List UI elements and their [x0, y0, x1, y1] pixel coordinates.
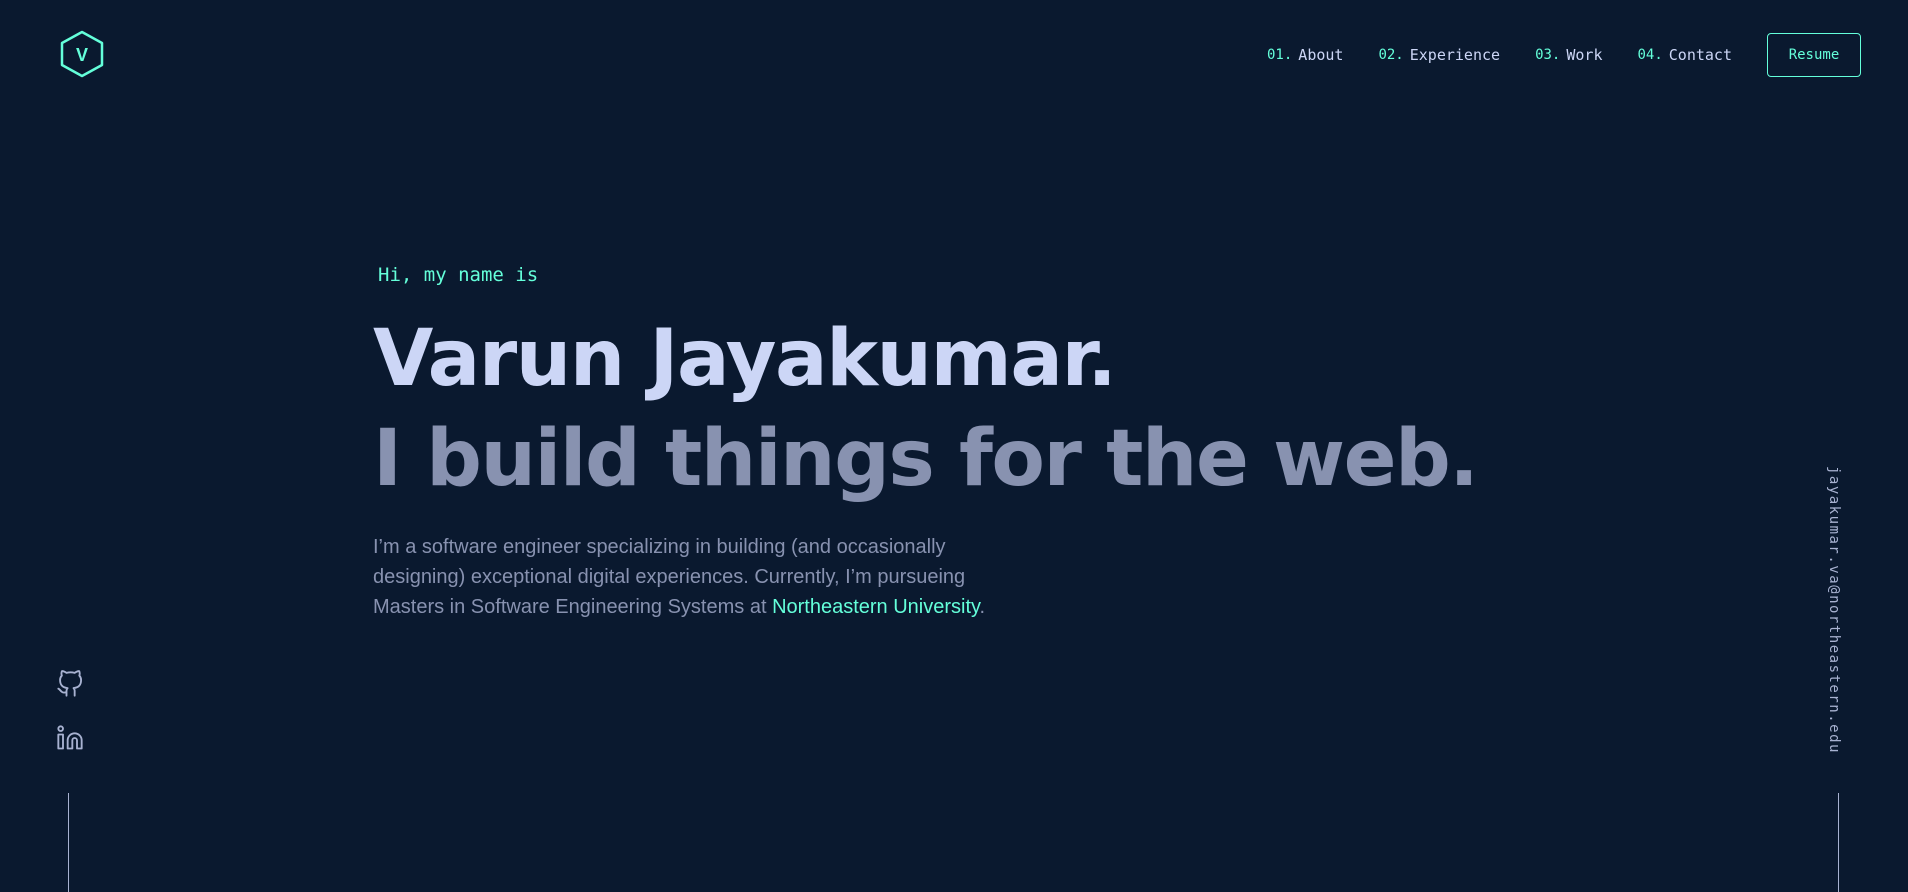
hero-name: Varun Jayakumar.: [373, 314, 1117, 404]
hero-greeting: Hi, my name is: [378, 264, 539, 286]
left-rail-line: [68, 793, 69, 892]
intro-end: .: [979, 596, 986, 618]
nav-number: 04.: [1637, 47, 1663, 63]
university-link[interactable]: Northeastern University: [772, 596, 979, 618]
right-rail-line: [1838, 793, 1839, 892]
hexagon-logo-icon: V: [60, 30, 104, 78]
logo-link[interactable]: V: [58, 29, 106, 79]
logo-letter: V: [76, 45, 88, 65]
resume-button[interactable]: Resume: [1767, 33, 1861, 77]
main-nav: 01. About 02. Experience 03. Work 04. Co…: [1267, 32, 1861, 78]
nav-label: Work: [1566, 46, 1603, 64]
social-links: [56, 670, 84, 778]
nav-label: About: [1298, 46, 1344, 64]
linkedin-icon[interactable]: [56, 724, 84, 752]
nav-label: Experience: [1409, 46, 1501, 64]
hero-tagline: I build things for the web.: [373, 414, 1479, 504]
github-icon[interactable]: [56, 670, 84, 698]
nav-contact[interactable]: 04. Contact: [1637, 46, 1732, 64]
hero-section: Hi, my name is Varun Jayakumar. I build …: [373, 256, 1479, 642]
nav-number: 01.: [1267, 47, 1293, 63]
email-link[interactable]: jayakumar.va@northeastern.edu: [1826, 466, 1842, 754]
nav-number: 02.: [1378, 47, 1404, 63]
nav-work[interactable]: 03. Work: [1535, 46, 1602, 64]
hero-intro: I’m a software engineer specializing in …: [373, 532, 1013, 622]
nav-label: Contact: [1668, 46, 1732, 64]
nav-experience[interactable]: 02. Experience: [1378, 46, 1500, 64]
nav-number: 03.: [1535, 47, 1561, 63]
nav-about[interactable]: 01. About: [1267, 46, 1343, 64]
